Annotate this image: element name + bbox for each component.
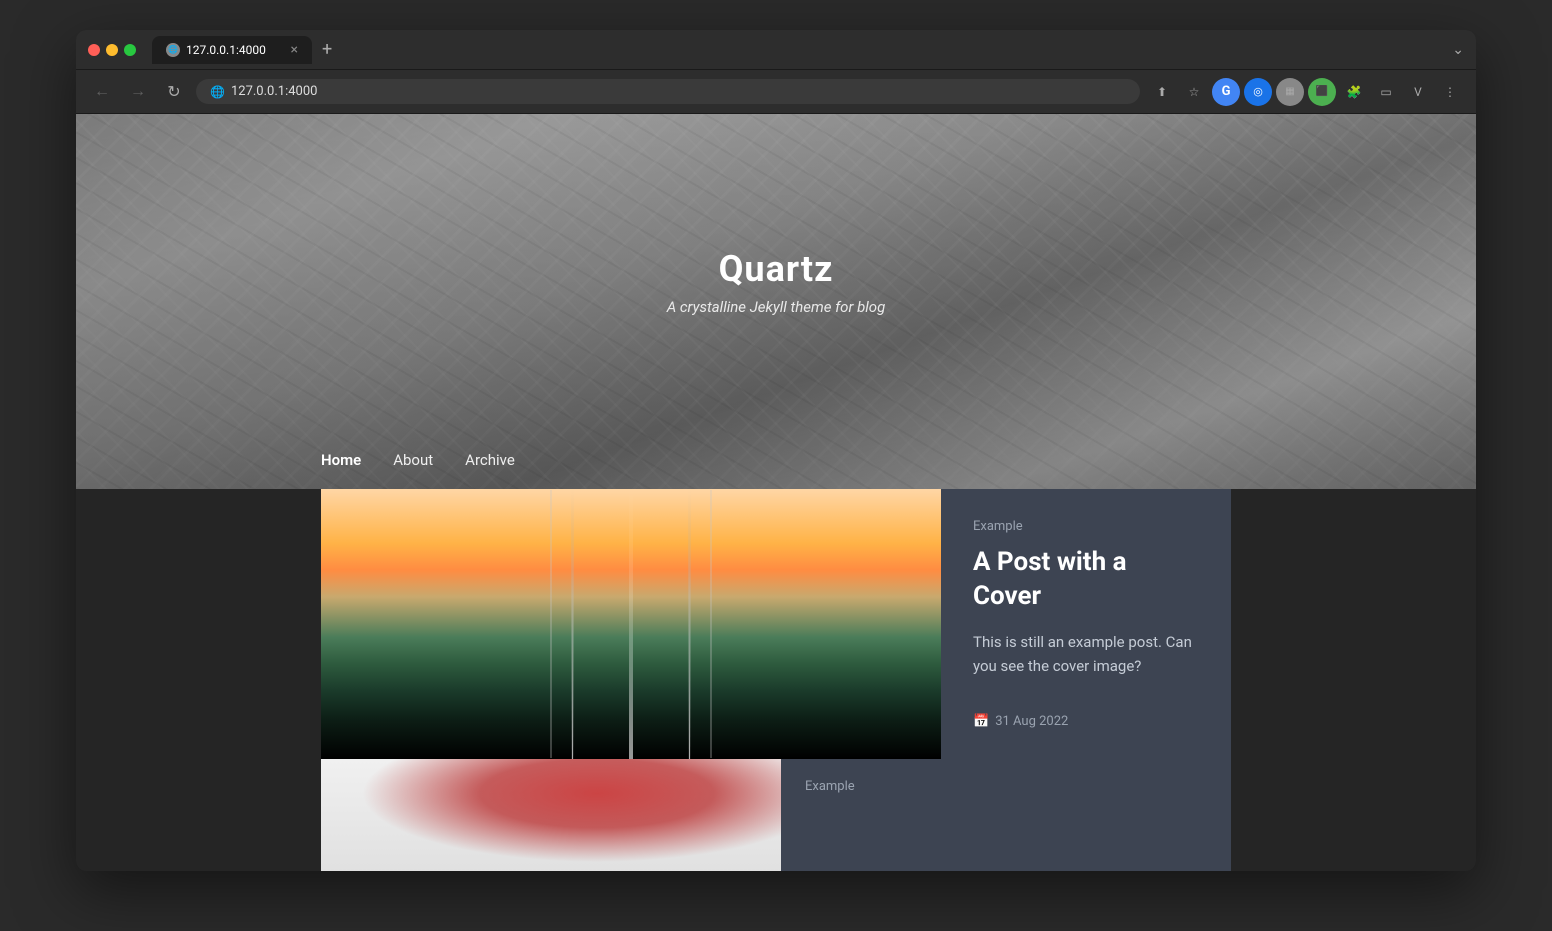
post-cover-image-2 bbox=[321, 759, 781, 871]
posts-section: Example A Post with a Cover This is stil… bbox=[76, 489, 1476, 871]
new-tab-button[interactable]: + bbox=[316, 39, 338, 60]
extension-icon-green[interactable]: ⬛ bbox=[1308, 78, 1336, 106]
rails-overlay bbox=[321, 489, 941, 759]
minimize-button[interactable] bbox=[106, 44, 118, 56]
nav-item-archive[interactable]: Archive bbox=[465, 451, 515, 469]
url-display: 127.0.0.1:4000 bbox=[231, 84, 318, 99]
extension-icon-img[interactable]: ▦ bbox=[1276, 78, 1304, 106]
toolbar-actions: ⬆ ☆ G ◎ ▦ ⬛ 🧩 ▭ V ⋮ bbox=[1148, 78, 1464, 106]
tab-favicon-icon: 🌐 bbox=[166, 43, 180, 57]
post-cover-image-1 bbox=[321, 489, 941, 759]
site-subtitle: A crystalline Jekyll theme for blog bbox=[667, 298, 886, 316]
nav-item-about[interactable]: About bbox=[393, 451, 433, 469]
tab-close-icon[interactable]: × bbox=[291, 42, 298, 58]
reload-button[interactable]: ↻ bbox=[160, 78, 188, 106]
hero-section: Quartz A crystalline Jekyll theme for bl… bbox=[76, 114, 1476, 489]
back-icon: ← bbox=[94, 83, 110, 101]
forward-button[interactable]: → bbox=[124, 78, 152, 106]
traffic-lights bbox=[88, 44, 136, 56]
post-info-2: Example bbox=[781, 759, 1231, 871]
website-content: Quartz A crystalline Jekyll theme for bl… bbox=[76, 114, 1476, 871]
rail-right bbox=[688, 489, 691, 759]
rail-left bbox=[571, 489, 574, 759]
hero-text: Quartz A crystalline Jekyll theme for bl… bbox=[667, 248, 886, 316]
active-tab[interactable]: 🌐 127.0.0.1:4000 × bbox=[152, 36, 312, 64]
close-button[interactable] bbox=[88, 44, 100, 56]
extensions-icon[interactable]: 🧩 bbox=[1340, 78, 1368, 106]
bookmark-icon[interactable]: ☆ bbox=[1180, 78, 1208, 106]
reload-icon: ↻ bbox=[167, 82, 180, 102]
share-icon[interactable]: ⬆ bbox=[1148, 78, 1176, 106]
tab-title: 127.0.0.1:4000 bbox=[186, 43, 266, 57]
browser-titlebar: 🌐 127.0.0.1:4000 × + ⌄ bbox=[76, 30, 1476, 70]
sidebar-icon[interactable]: ▭ bbox=[1372, 78, 1400, 106]
tab-bar: 🌐 127.0.0.1:4000 × + bbox=[152, 36, 1444, 64]
post-excerpt-1: This is still an example post. Can you s… bbox=[973, 630, 1199, 690]
profile-icon[interactable]: V bbox=[1404, 78, 1432, 106]
maximize-button[interactable] bbox=[124, 44, 136, 56]
nav-item-home[interactable]: Home bbox=[321, 451, 361, 469]
back-button[interactable]: ← bbox=[88, 78, 116, 106]
address-bar[interactable]: 🌐 127.0.0.1:4000 bbox=[196, 79, 1140, 104]
post-title-1[interactable]: A Post with a Cover bbox=[973, 546, 1199, 614]
post-category-2: Example bbox=[805, 779, 1207, 794]
post-card-1: Example A Post with a Cover This is stil… bbox=[321, 489, 1231, 759]
extension-icon-blue[interactable]: ◎ bbox=[1244, 78, 1272, 106]
browser-window: 🌐 127.0.0.1:4000 × + ⌄ ← → ↻ 🌐 127.0.0.1… bbox=[76, 30, 1476, 871]
window-expand-icon[interactable]: ⌄ bbox=[1452, 42, 1464, 58]
post-category-1: Example bbox=[973, 519, 1199, 534]
forward-icon: → bbox=[130, 83, 146, 101]
secure-icon: 🌐 bbox=[210, 85, 225, 99]
menu-icon[interactable]: ⋮ bbox=[1436, 78, 1464, 106]
post-date-text-1: 31 Aug 2022 bbox=[995, 714, 1068, 729]
post-date-1: 📅 31 Aug 2022 bbox=[973, 714, 1199, 729]
main-navigation: Home About Archive bbox=[76, 431, 760, 489]
browser-toolbar: ← → ↻ 🌐 127.0.0.1:4000 ⬆ ☆ G ◎ ▦ ⬛ 🧩 ▭ V… bbox=[76, 70, 1476, 114]
google-lens-icon[interactable]: G bbox=[1212, 78, 1240, 106]
site-title: Quartz bbox=[667, 248, 886, 290]
post-info-1: Example A Post with a Cover This is stil… bbox=[941, 489, 1231, 759]
post-card-2: Example bbox=[321, 759, 1231, 871]
calendar-icon: 📅 bbox=[973, 714, 989, 729]
